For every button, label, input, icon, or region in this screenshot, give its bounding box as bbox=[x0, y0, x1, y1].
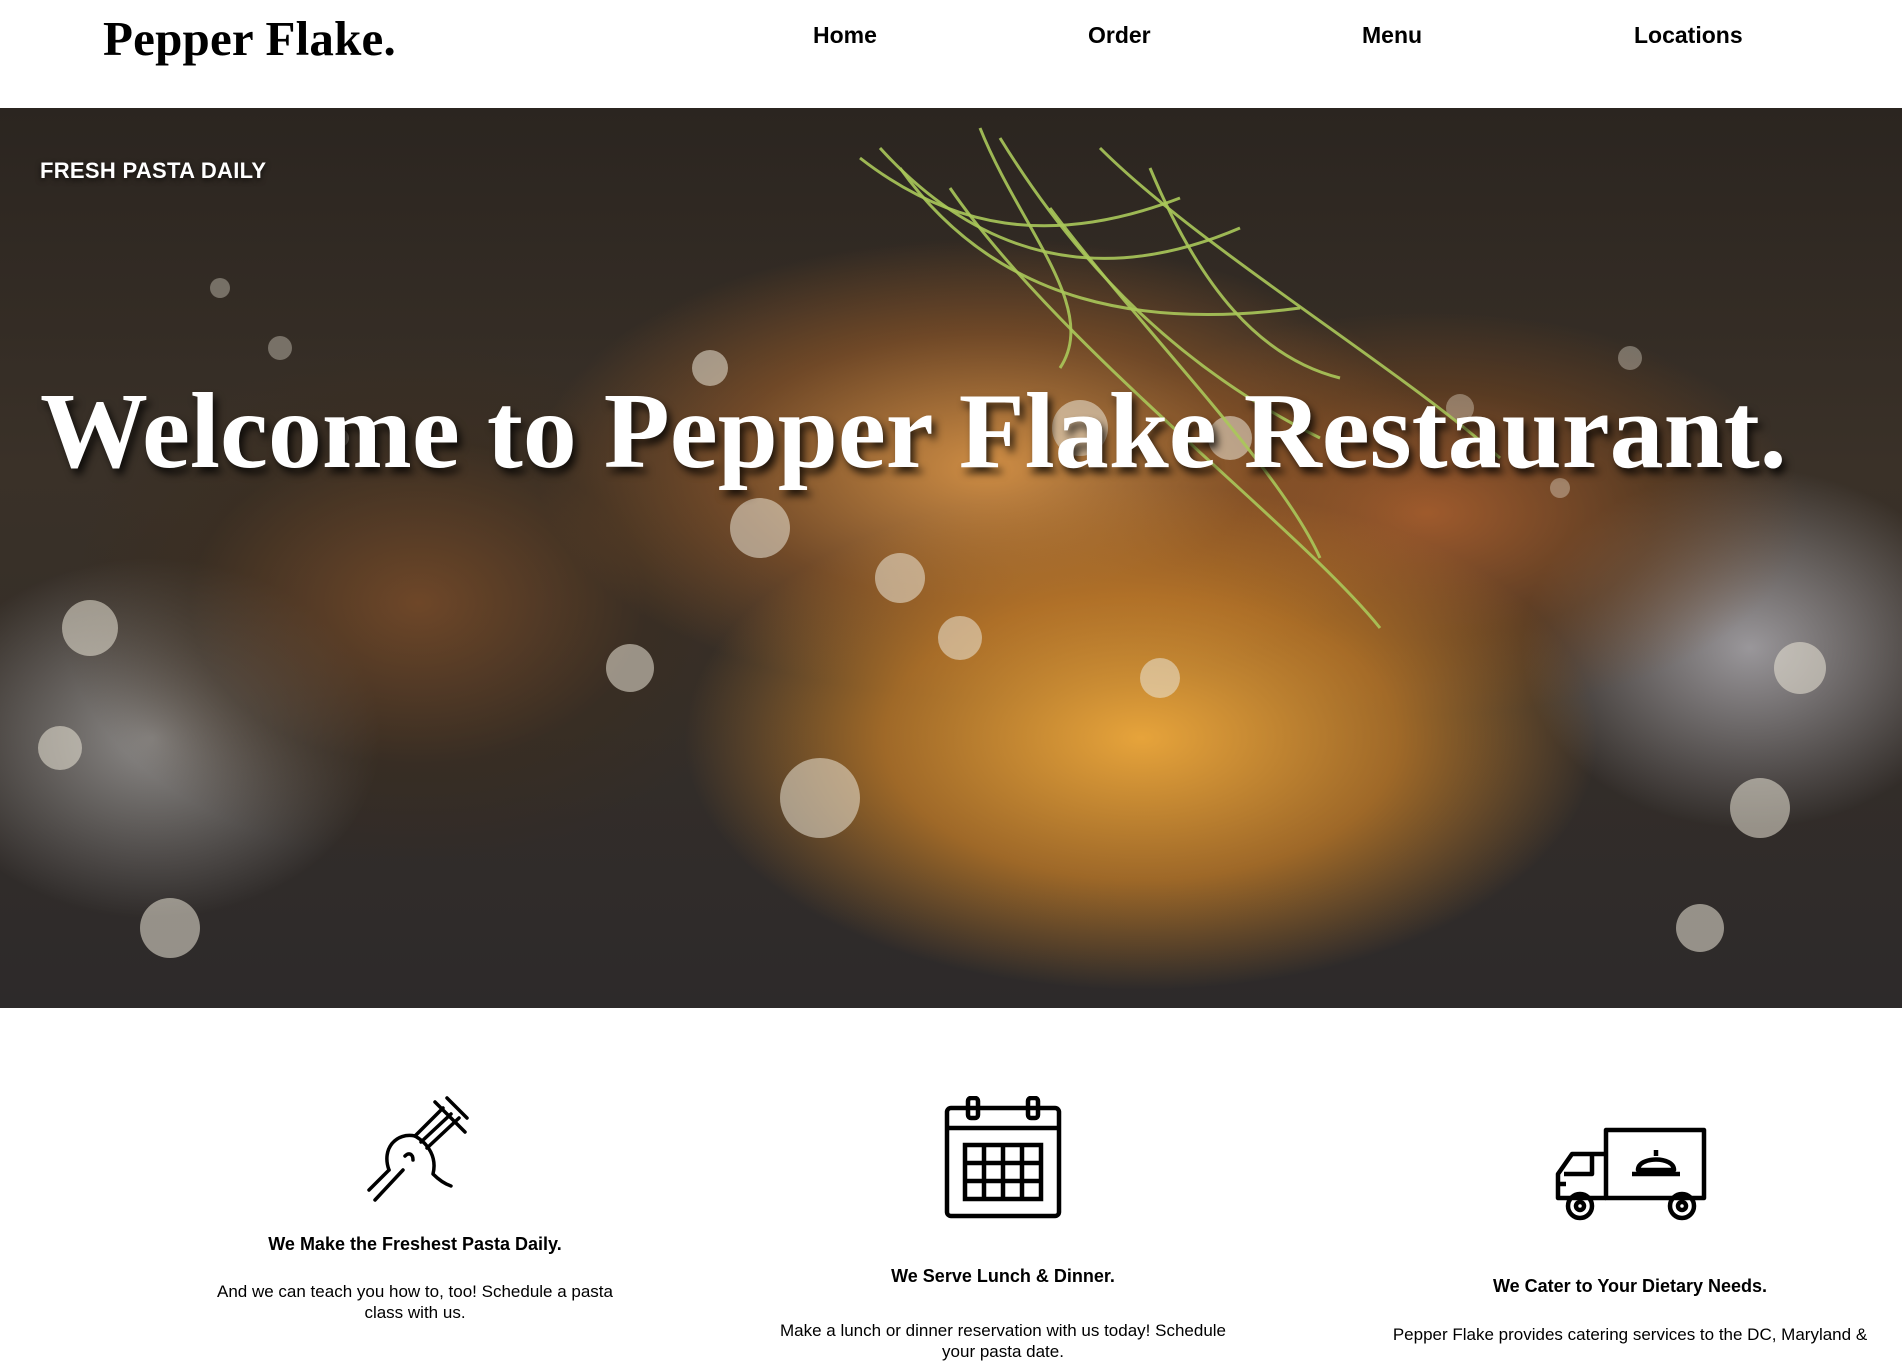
features-section: We Make the Freshest Pasta Daily. And we… bbox=[0, 1008, 1902, 1361]
feature-lunch-dinner-text: Make a lunch or dinner reservation with … bbox=[779, 1321, 1227, 1361]
hero-title: Welcome to Pepper Flake Restaurant. bbox=[40, 372, 1787, 491]
nav-menu-link[interactable]: Menu bbox=[1362, 22, 1422, 49]
nav-order-link[interactable]: Order bbox=[1088, 22, 1151, 49]
nav-locations-link[interactable]: Locations bbox=[1634, 22, 1743, 49]
feature-catering-text: Pepper Flake provides catering services … bbox=[1392, 1325, 1868, 1344]
calendar-icon bbox=[944, 1096, 1062, 1219]
hero-food-photo bbox=[38, 127, 1826, 958]
feature-lunch-dinner-heading: We Serve Lunch & Dinner. bbox=[891, 1266, 1115, 1286]
feature-fresh-pasta-heading: We Make the Freshest Pasta Daily. bbox=[268, 1234, 562, 1254]
feature-fresh-pasta-text: And we can teach you how to, too! Schedu… bbox=[217, 1282, 613, 1322]
feature-lunch-dinner: We Serve Lunch & Dinner. Make a lunch or… bbox=[763, 1096, 1243, 1362]
feature-fresh-pasta: We Make the Freshest Pasta Daily. And we… bbox=[205, 1088, 625, 1323]
hero-banner: FRESH PASTA DAILY Welcome to Pepper Flak… bbox=[0, 108, 1902, 1008]
site-header: Pepper Flake. Home Order Menu Locations bbox=[0, 0, 1902, 108]
feature-catering-heading: We Cater to Your Dietary Needs. bbox=[1492, 1276, 1768, 1296]
hero-tagline: FRESH PASTA DAILY bbox=[40, 158, 267, 183]
catering-truck-icon bbox=[1555, 1127, 1707, 1221]
nav-home-link[interactable]: Home bbox=[813, 22, 877, 49]
site-logo[interactable]: Pepper Flake. bbox=[103, 10, 396, 67]
feature-catering: We Cater to Your Dietary Needs. Pepper F… bbox=[1370, 1126, 1890, 1345]
pasta-fork-icon bbox=[367, 1096, 469, 1202]
